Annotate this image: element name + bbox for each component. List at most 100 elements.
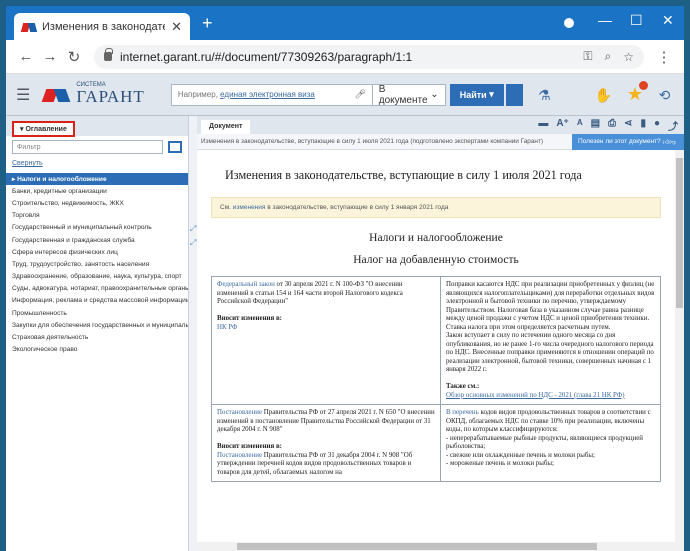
profile-icon[interactable] <box>564 18 574 28</box>
panel-splitter[interactable]: ⤢ ⤢ <box>189 116 197 551</box>
toc-item[interactable]: Строительство, недвижимость, ЖКХ <box>6 197 188 209</box>
horizontal-scrollbar[interactable] <box>197 542 675 551</box>
document-breadcrumb: Изменения в законодательстве, вступающие… <box>197 133 684 150</box>
search-scope-select[interactable]: В документе ⌄ <box>372 83 446 106</box>
history-icon[interactable]: ⟲ <box>655 87 674 103</box>
feedback-button[interactable]: Полезен ли этот документ? 👍︎👎︎ <box>572 133 684 150</box>
minimize-button[interactable]: — <box>598 12 612 28</box>
toc-panel: ▾ Оглавление Фильтр Свернуть Налоги и на… <box>6 116 189 551</box>
address-bar-row: ← → ↻ internet.garant.ru/#/document/7730… <box>6 40 684 74</box>
section-title: Налоги и налогообложение <box>369 232 503 244</box>
menu-icon[interactable]: ☰ <box>16 85 30 105</box>
table-cell: Постановление Правительства РФ от 27 апр… <box>211 404 441 482</box>
table-row: Постановление Правительства РФ от 27 апр… <box>211 404 662 482</box>
print-tool-icon[interactable]: ▬ <box>538 118 548 133</box>
info-icon[interactable]: ● <box>654 118 660 133</box>
browser-window: Изменения в законодательстве ✕ + — ☐ ✕ ←… <box>6 6 684 551</box>
toc-item[interactable]: Промышленность <box>6 307 188 319</box>
tab-close-icon[interactable]: ✕ <box>171 19 182 35</box>
bookmark-star-icon[interactable]: ☆ <box>623 50 634 64</box>
app-body: ▾ Оглавление Фильтр Свернуть Налоги и на… <box>6 116 684 551</box>
link-icon[interactable]: ⤢ <box>190 224 196 234</box>
toc-item[interactable]: Информация, реклама и средства массовой … <box>6 295 188 307</box>
garant-header: ☰ СИСТЕМА ГАРАНТ Например, единая электр… <box>6 74 684 116</box>
search-placeholder: Например, единая электронная виза <box>177 90 315 99</box>
font-increase-icon[interactable]: A⁺ <box>556 118 569 133</box>
toc-item[interactable]: Банки, кредитные организации <box>6 185 188 197</box>
printer-icon[interactable]: ⎙ <box>608 118 616 133</box>
resolution-link[interactable]: Постановление <box>217 409 262 416</box>
notice-link[interactable]: изменения <box>233 204 266 211</box>
changes-table: Федеральный закон от 30 апреля 2021 г. N… <box>211 276 662 482</box>
link-copy-icon[interactable]: ⤴ <box>668 118 678 133</box>
resolution-link-2[interactable]: Постановление <box>217 452 262 459</box>
zoom-icon[interactable]: ⌕ <box>605 49 612 64</box>
review-link[interactable]: Обзор основных изменений по НДС - 2021 (… <box>446 392 625 399</box>
filter-icon[interactable]: ⚗ <box>535 87 554 103</box>
handshake-icon[interactable]: ✋ <box>594 87 613 103</box>
garant-favicon-icon <box>22 21 36 33</box>
close-window-button[interactable]: ✕ <box>662 12 674 29</box>
toc-item[interactable]: Страховая деятельность <box>6 331 188 343</box>
document-tab[interactable]: Документ <box>201 120 251 134</box>
garant-logo[interactable]: СИСТЕМА ГАРАНТ <box>44 82 144 107</box>
list-link[interactable]: В перечень <box>446 409 479 416</box>
browser-tab-bar: Изменения в законодательстве ✕ + — ☐ ✕ <box>6 6 684 40</box>
filter-input[interactable]: Фильтр <box>12 140 163 154</box>
toc-item[interactable]: Государственный и муниципальный контроль <box>6 222 188 234</box>
document-content: Изменения в законодательстве, вступающие… <box>197 150 675 551</box>
toc-item[interactable]: Торговля <box>6 210 188 222</box>
toc-item[interactable]: Здравоохранение, образование, наука, кул… <box>6 271 188 283</box>
toc-list: Налоги и налогообложениеБанки, кредитные… <box>6 173 188 356</box>
notification-badge <box>639 81 649 90</box>
back-button[interactable]: ← <box>14 48 38 65</box>
toc-item[interactable]: Сфера интересов физических лиц <box>6 246 188 258</box>
toc-tab[interactable]: ▾ Оглавление <box>12 121 75 137</box>
document-tools: ▬ A⁺ A ▤ ⎙ ⋖ ▮ ● ⤴ <box>538 118 678 133</box>
forward-button[interactable]: → <box>38 48 62 65</box>
reload-button[interactable]: ↻ <box>62 48 86 66</box>
advanced-search-button[interactable] <box>505 83 523 106</box>
vertical-scrollbar[interactable] <box>675 150 684 551</box>
toc-item[interactable]: Труд, трудоустройство, занятость населен… <box>6 258 188 270</box>
tab-title: Изменения в законодательстве <box>42 20 165 33</box>
bookmark-icon[interactable]: ▮ <box>640 118 646 133</box>
table-cell: Поправки касаются НДС при реализации при… <box>439 276 662 405</box>
document-panel: Документ ▬ A⁺ A ▤ ⎙ ⋖ ▮ ● ⤴ Изменения в … <box>197 116 684 551</box>
export-icon[interactable]: ▤ <box>591 118 600 133</box>
key-icon[interactable]: ⚿ <box>583 49 592 64</box>
browser-tab[interactable]: Изменения в законодательстве ✕ <box>14 13 190 40</box>
toc-item[interactable]: Налоги и налогообложение <box>6 173 188 186</box>
table-cell: В перечень кодов видов продовольственных… <box>439 404 662 482</box>
breadcrumb-text: Изменения в законодательстве, вступающие… <box>201 138 543 145</box>
code-link[interactable]: НК РФ <box>217 324 237 331</box>
law-link[interactable]: Федеральный закон <box>217 281 275 288</box>
subsection-title: Налог на добавленную стоимость <box>353 254 519 266</box>
maximize-button[interactable]: ☐ <box>630 12 643 29</box>
toc-item[interactable]: Суды, адвокатура, нотариат, правоохранит… <box>6 283 188 295</box>
toc-header: ▾ Оглавление <box>6 116 188 137</box>
browser-menu-button[interactable]: ⋮ <box>652 48 676 66</box>
favorites-icon[interactable]: ★ <box>627 81 649 105</box>
vertical-scroll-thumb[interactable] <box>676 158 683 308</box>
font-decrease-icon[interactable]: A <box>577 118 583 133</box>
search-input[interactable]: Например, единая электронная виза 🎤︎ <box>170 83 373 106</box>
table-cell: Федеральный закон от 30 апреля 2021 г. N… <box>211 276 441 405</box>
new-tab-button[interactable]: + <box>202 13 213 34</box>
share-icon[interactable]: ⋖ <box>624 118 632 133</box>
find-button[interactable]: Найти ▾ <box>449 83 504 106</box>
url-field[interactable]: internet.garant.ru/#/document/77309263/p… <box>94 44 644 69</box>
horizontal-scroll-thumb[interactable] <box>237 543 597 550</box>
table-row: Федеральный закон от 30 апреля 2021 г. N… <box>211 276 662 405</box>
document-title: Изменения в законодательстве, вступающие… <box>225 168 582 182</box>
toc-item[interactable]: Государственная и гражданская служба <box>6 234 188 246</box>
toc-item[interactable]: Закупки для обеспечения государственных … <box>6 319 188 331</box>
filter-toggle-button[interactable] <box>168 141 182 153</box>
document-toolbar: Документ ▬ A⁺ A ▤ ⎙ ⋖ ▮ ● ⤴ <box>197 116 684 134</box>
mic-icon[interactable]: 🎤︎ <box>354 89 365 100</box>
toc-item[interactable]: Экологическое право <box>6 344 188 356</box>
notice-box: См. изменения в законодательстве, вступа… <box>211 197 661 218</box>
garant-logo-icon <box>44 87 70 103</box>
link-icon[interactable]: ⤢ <box>190 238 196 248</box>
collapse-link[interactable]: Свернуть <box>6 158 188 173</box>
